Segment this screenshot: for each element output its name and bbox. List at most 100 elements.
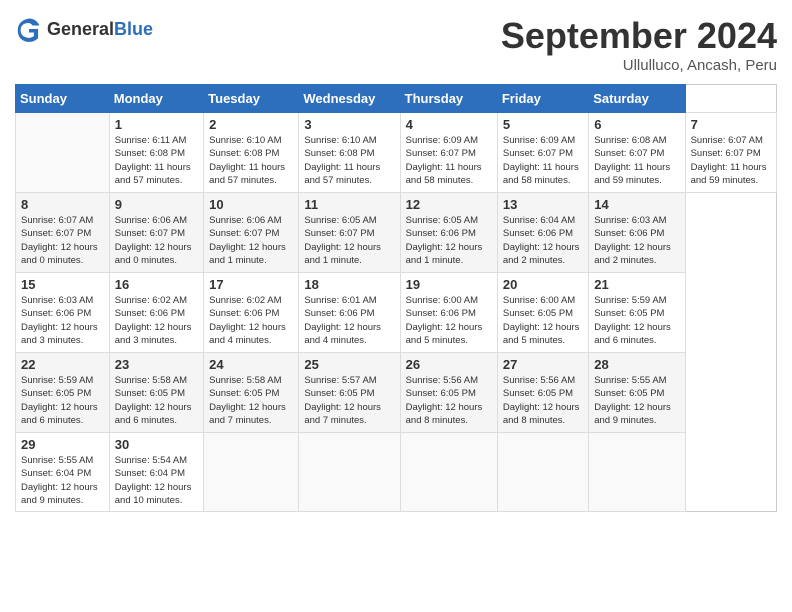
day-number: 4 [406, 117, 492, 132]
day-info: Sunrise: 6:07 AMSunset: 6:07 PMDaylight:… [691, 134, 771, 187]
calendar-week-row: 29 Sunrise: 5:55 AMSunset: 6:04 PMDaylig… [16, 433, 777, 512]
calendar-cell: 16 Sunrise: 6:02 AMSunset: 6:06 PMDaylig… [109, 273, 203, 353]
day-number: 11 [304, 197, 394, 212]
calendar-cell [497, 433, 588, 512]
column-header-friday: Friday [497, 85, 588, 113]
day-info: Sunrise: 6:07 AMSunset: 6:07 PMDaylight:… [21, 214, 104, 267]
day-info: Sunrise: 6:09 AMSunset: 6:07 PMDaylight:… [503, 134, 583, 187]
day-info: Sunrise: 6:10 AMSunset: 6:08 PMDaylight:… [209, 134, 293, 187]
calendar-cell: 23 Sunrise: 5:58 AMSunset: 6:05 PMDaylig… [109, 353, 203, 433]
calendar-cell: 15 Sunrise: 6:03 AMSunset: 6:06 PMDaylig… [16, 273, 110, 353]
day-info: Sunrise: 6:02 AMSunset: 6:06 PMDaylight:… [115, 294, 198, 347]
day-info: Sunrise: 5:59 AMSunset: 6:05 PMDaylight:… [594, 294, 679, 347]
day-number: 23 [115, 357, 198, 372]
day-number: 25 [304, 357, 394, 372]
day-info: Sunrise: 6:00 AMSunset: 6:06 PMDaylight:… [406, 294, 492, 347]
day-info: Sunrise: 6:04 AMSunset: 6:06 PMDaylight:… [503, 214, 583, 267]
calendar-cell: 4 Sunrise: 6:09 AMSunset: 6:07 PMDayligh… [400, 113, 497, 193]
day-info: Sunrise: 5:55 AMSunset: 6:04 PMDaylight:… [21, 454, 104, 507]
day-info: Sunrise: 5:58 AMSunset: 6:05 PMDaylight:… [115, 374, 198, 427]
day-number: 14 [594, 197, 679, 212]
calendar-cell: 27 Sunrise: 5:56 AMSunset: 6:05 PMDaylig… [497, 353, 588, 433]
day-info: Sunrise: 5:55 AMSunset: 6:05 PMDaylight:… [594, 374, 679, 427]
calendar-cell: 2 Sunrise: 6:10 AMSunset: 6:08 PMDayligh… [204, 113, 299, 193]
calendar-cell: 26 Sunrise: 5:56 AMSunset: 6:05 PMDaylig… [400, 353, 497, 433]
day-info: Sunrise: 6:02 AMSunset: 6:06 PMDaylight:… [209, 294, 293, 347]
day-number: 7 [691, 117, 771, 132]
day-info: Sunrise: 5:54 AMSunset: 6:04 PMDaylight:… [115, 454, 198, 507]
empty-cell [16, 113, 110, 193]
calendar-cell: 11 Sunrise: 6:05 AMSunset: 6:07 PMDaylig… [299, 193, 400, 273]
calendar-cell: 24 Sunrise: 5:58 AMSunset: 6:05 PMDaylig… [204, 353, 299, 433]
day-number: 20 [503, 277, 583, 292]
calendar-cell: 9 Sunrise: 6:06 AMSunset: 6:07 PMDayligh… [109, 193, 203, 273]
column-header-wednesday: Wednesday [299, 85, 400, 113]
day-number: 8 [21, 197, 104, 212]
day-number: 17 [209, 277, 293, 292]
day-info: Sunrise: 6:06 AMSunset: 6:07 PMDaylight:… [115, 214, 198, 267]
calendar-table: SundayMondayTuesdayWednesdayThursdayFrid… [15, 84, 777, 512]
page-header: GeneralBlue September 2024 Ullulluco, An… [15, 15, 777, 74]
calendar-cell [400, 433, 497, 512]
day-number: 16 [115, 277, 198, 292]
day-number: 12 [406, 197, 492, 212]
day-number: 1 [115, 117, 198, 132]
logo-text-general: General [47, 19, 114, 39]
day-number: 21 [594, 277, 679, 292]
day-number: 26 [406, 357, 492, 372]
day-info: Sunrise: 6:01 AMSunset: 6:06 PMDaylight:… [304, 294, 394, 347]
calendar-week-row: 15 Sunrise: 6:03 AMSunset: 6:06 PMDaylig… [16, 273, 777, 353]
column-header-tuesday: Tuesday [204, 85, 299, 113]
calendar-week-row: 1 Sunrise: 6:11 AMSunset: 6:08 PMDayligh… [16, 113, 777, 193]
logo-icon [15, 15, 43, 43]
calendar-header-row: SundayMondayTuesdayWednesdayThursdayFrid… [16, 85, 777, 113]
calendar-cell: 18 Sunrise: 6:01 AMSunset: 6:06 PMDaylig… [299, 273, 400, 353]
calendar-cell: 17 Sunrise: 6:02 AMSunset: 6:06 PMDaylig… [204, 273, 299, 353]
calendar-cell: 20 Sunrise: 6:00 AMSunset: 6:05 PMDaylig… [497, 273, 588, 353]
day-number: 24 [209, 357, 293, 372]
day-info: Sunrise: 6:08 AMSunset: 6:07 PMDaylight:… [594, 134, 679, 187]
calendar-cell: 29 Sunrise: 5:55 AMSunset: 6:04 PMDaylig… [16, 433, 110, 512]
day-number: 22 [21, 357, 104, 372]
day-info: Sunrise: 5:56 AMSunset: 6:05 PMDaylight:… [503, 374, 583, 427]
day-number: 5 [503, 117, 583, 132]
calendar-week-row: 22 Sunrise: 5:59 AMSunset: 6:05 PMDaylig… [16, 353, 777, 433]
calendar-cell: 21 Sunrise: 5:59 AMSunset: 6:05 PMDaylig… [589, 273, 685, 353]
calendar-cell: 12 Sunrise: 6:05 AMSunset: 6:06 PMDaylig… [400, 193, 497, 273]
calendar-cell: 25 Sunrise: 5:57 AMSunset: 6:05 PMDaylig… [299, 353, 400, 433]
calendar-cell: 1 Sunrise: 6:11 AMSunset: 6:08 PMDayligh… [109, 113, 203, 193]
calendar-cell: 5 Sunrise: 6:09 AMSunset: 6:07 PMDayligh… [497, 113, 588, 193]
day-number: 3 [304, 117, 394, 132]
day-info: Sunrise: 6:11 AMSunset: 6:08 PMDaylight:… [115, 134, 198, 187]
day-number: 19 [406, 277, 492, 292]
day-info: Sunrise: 6:05 AMSunset: 6:07 PMDaylight:… [304, 214, 394, 267]
day-info: Sunrise: 6:06 AMSunset: 6:07 PMDaylight:… [209, 214, 293, 267]
logo: GeneralBlue [15, 15, 153, 43]
calendar-cell: 6 Sunrise: 6:08 AMSunset: 6:07 PMDayligh… [589, 113, 685, 193]
calendar-week-row: 8 Sunrise: 6:07 AMSunset: 6:07 PMDayligh… [16, 193, 777, 273]
day-number: 28 [594, 357, 679, 372]
day-number: 13 [503, 197, 583, 212]
day-number: 6 [594, 117, 679, 132]
calendar-cell [204, 433, 299, 512]
calendar-cell: 10 Sunrise: 6:06 AMSunset: 6:07 PMDaylig… [204, 193, 299, 273]
day-number: 9 [115, 197, 198, 212]
column-header-saturday: Saturday [589, 85, 685, 113]
calendar-cell: 13 Sunrise: 6:04 AMSunset: 6:06 PMDaylig… [497, 193, 588, 273]
day-number: 27 [503, 357, 583, 372]
calendar-cell: 30 Sunrise: 5:54 AMSunset: 6:04 PMDaylig… [109, 433, 203, 512]
day-info: Sunrise: 6:00 AMSunset: 6:05 PMDaylight:… [503, 294, 583, 347]
day-info: Sunrise: 6:10 AMSunset: 6:08 PMDaylight:… [304, 134, 394, 187]
day-info: Sunrise: 5:58 AMSunset: 6:05 PMDaylight:… [209, 374, 293, 427]
month-title: September 2024 [501, 15, 777, 57]
calendar-cell: 28 Sunrise: 5:55 AMSunset: 6:05 PMDaylig… [589, 353, 685, 433]
day-number: 15 [21, 277, 104, 292]
day-info: Sunrise: 5:56 AMSunset: 6:05 PMDaylight:… [406, 374, 492, 427]
calendar-cell: 19 Sunrise: 6:00 AMSunset: 6:06 PMDaylig… [400, 273, 497, 353]
column-header-monday: Monday [109, 85, 203, 113]
column-header-thursday: Thursday [400, 85, 497, 113]
day-info: Sunrise: 5:59 AMSunset: 6:05 PMDaylight:… [21, 374, 104, 427]
title-block: September 2024 Ullulluco, Ancash, Peru [501, 15, 777, 74]
calendar-cell [589, 433, 685, 512]
location: Ullulluco, Ancash, Peru [501, 57, 777, 74]
